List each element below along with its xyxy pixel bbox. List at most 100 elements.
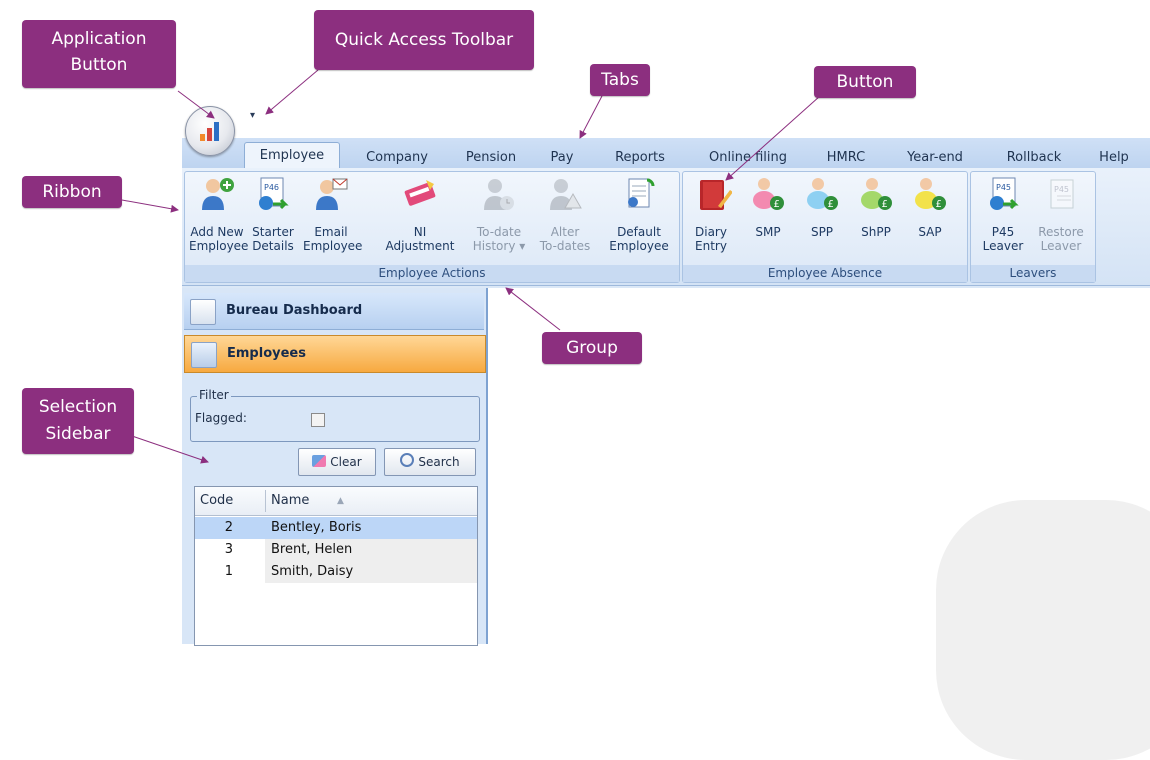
spp-button[interactable]: £ SPP [797, 176, 847, 239]
tab-pay[interactable]: Pay [542, 147, 582, 168]
grid-header: Code Name ▲ [195, 487, 477, 516]
default-employee-icon [621, 176, 657, 212]
default-employee-label: Default Employee [609, 225, 669, 253]
starter-details-label: Starter Details [252, 225, 294, 253]
sap-button[interactable]: £ SAP [905, 176, 955, 239]
spp-label: SPP [810, 225, 834, 239]
group-employee-absence: Diary Entry £ SMP £ SPP £ ShPP £ SAP Emp… [682, 171, 968, 283]
tab-rollback[interactable]: Rollback [994, 147, 1074, 168]
row-name: Bentley, Boris [271, 520, 362, 535]
shpp-baby-icon: £ [858, 176, 894, 212]
arrow-ribbon [121, 199, 179, 213]
p45-leaver-button[interactable]: P45 P45 Leaver [977, 176, 1029, 253]
employee-grid: Code Name ▲ 2 Bentley, Boris 3 Brent, He… [194, 486, 478, 646]
clear-button[interactable]: Clear [298, 448, 376, 476]
tab-online-filing[interactable]: Online filing [696, 147, 800, 168]
svg-text:£: £ [828, 199, 834, 210]
row-name: Brent, Helen [271, 542, 353, 557]
p46-document-icon: P46 [255, 176, 291, 212]
application-button[interactable] [185, 106, 235, 156]
tab-help[interactable]: Help [1092, 147, 1136, 168]
search-button[interactable]: Search [384, 448, 476, 476]
flagged-checkbox[interactable] [311, 413, 325, 427]
add-new-employee-button[interactable]: Add New Employee [189, 176, 248, 253]
add-employee-icon [199, 176, 235, 212]
ribbon-tab-bar: Employee Company Pension Pay Reports Onl… [182, 138, 1150, 169]
to-date-history-button[interactable]: To-date History ▾ [471, 176, 527, 253]
table-row[interactable]: 3 Brent, Helen [195, 539, 477, 561]
sap-label: SAP [918, 225, 942, 239]
smp-label: SMP [755, 225, 781, 239]
smp-baby-icon: £ [750, 176, 786, 212]
search-button-label: Search [418, 455, 460, 469]
filter-legend: Filter [197, 388, 231, 402]
table-row[interactable]: 2 Bentley, Boris [195, 517, 477, 539]
eraser-icon [312, 455, 327, 467]
tab-employee[interactable]: Employee [244, 142, 340, 169]
starter-details-button[interactable]: P46 Starter Details [245, 176, 301, 253]
table-row[interactable]: 1 Smith, Daisy [195, 561, 477, 583]
callout-application-button: Application Button [22, 20, 176, 88]
group-label-employee-actions: Employee Actions [185, 265, 679, 282]
quick-access-toolbar-dropdown-icon[interactable]: ▾ [250, 110, 255, 121]
svg-text:£: £ [774, 199, 780, 210]
shpp-label: ShPP [861, 225, 891, 239]
email-employee-icon [313, 176, 349, 212]
svg-text:£: £ [882, 199, 888, 210]
alter-to-dates-label: Alter To-dates [539, 225, 591, 253]
alter-to-dates-button[interactable]: Alter To-dates [537, 176, 593, 253]
p45-leaver-label: P45 Leaver [982, 225, 1024, 253]
ni-adjustment-button[interactable]: NI Adjustment [375, 176, 465, 253]
filter-groupbox: Filter Flagged: [190, 388, 480, 442]
callout-group: Group [542, 332, 642, 364]
nav-bureau-dashboard[interactable]: Bureau Dashboard [184, 293, 484, 330]
shpp-button[interactable]: £ ShPP [851, 176, 901, 239]
column-header-name[interactable]: Name [271, 487, 309, 515]
group-label-employee-absence: Employee Absence [683, 265, 967, 282]
row-code: 2 [224, 520, 233, 535]
watermark-logo [936, 500, 1150, 760]
title-strip [182, 100, 1150, 138]
callout-button: Button [814, 66, 916, 98]
ni-adjustment-label: NI Adjustment [385, 225, 455, 253]
email-employee-button[interactable]: Email Employee [303, 176, 362, 253]
ribbon: Add New Employee P46 Starter Details Email… [182, 168, 1150, 286]
spp-baby-icon: £ [804, 176, 840, 212]
nav-employees-label: Employees [227, 346, 306, 361]
tab-reports[interactable]: Reports [606, 147, 674, 168]
diary-entry-button[interactable]: Diary Entry [689, 176, 739, 253]
to-date-history-label: To-date History ▾ [472, 225, 526, 253]
magnifier-icon [400, 453, 415, 467]
column-header-code[interactable]: Code [200, 487, 233, 515]
row-code: 3 [224, 542, 233, 557]
diary-entry-label: Diary Entry [695, 225, 727, 253]
ni-card-icon [402, 176, 438, 212]
default-employee-button[interactable]: Default Employee [603, 176, 675, 253]
smp-button[interactable]: £ SMP [743, 176, 793, 239]
group-leavers: P45 P45 Leaver P45 Restore Leaver Leavers [970, 171, 1096, 283]
sort-ascending-icon: ▲ [337, 496, 344, 506]
svg-text:£: £ [936, 199, 942, 210]
employees-icon [191, 342, 217, 368]
p45-restore-icon: P45 [1043, 176, 1079, 212]
callout-selection-sidebar: Selection Sidebar [22, 388, 134, 454]
tab-company[interactable]: Company [352, 147, 442, 168]
svg-text:P45: P45 [996, 183, 1011, 192]
restore-leaver-button[interactable]: P45 Restore Leaver [1033, 176, 1089, 253]
selection-sidebar: Bureau Dashboard Employees Filter Flagge… [182, 288, 488, 646]
nav-employees[interactable]: Employees [184, 335, 486, 373]
tab-year-end[interactable]: Year-end [898, 147, 972, 168]
row-name: Smith, Daisy [271, 564, 354, 579]
bar-chart-logo-icon [200, 121, 220, 141]
alter-todates-icon [547, 176, 583, 212]
sap-baby-icon: £ [912, 176, 948, 212]
tab-hmrc[interactable]: HMRC [818, 147, 874, 168]
nav-bureau-dashboard-label: Bureau Dashboard [226, 303, 363, 318]
p45-leaver-icon: P45 [985, 176, 1021, 212]
tab-pension[interactable]: Pension [454, 147, 528, 168]
group-employee-actions: Add New Employee P46 Starter Details Email… [184, 171, 680, 283]
callout-ribbon: Ribbon [22, 176, 122, 208]
callout-tabs: Tabs [590, 64, 650, 96]
row-code: 1 [224, 564, 233, 579]
callout-quick-access-toolbar: Quick Access Toolbar [314, 10, 534, 70]
